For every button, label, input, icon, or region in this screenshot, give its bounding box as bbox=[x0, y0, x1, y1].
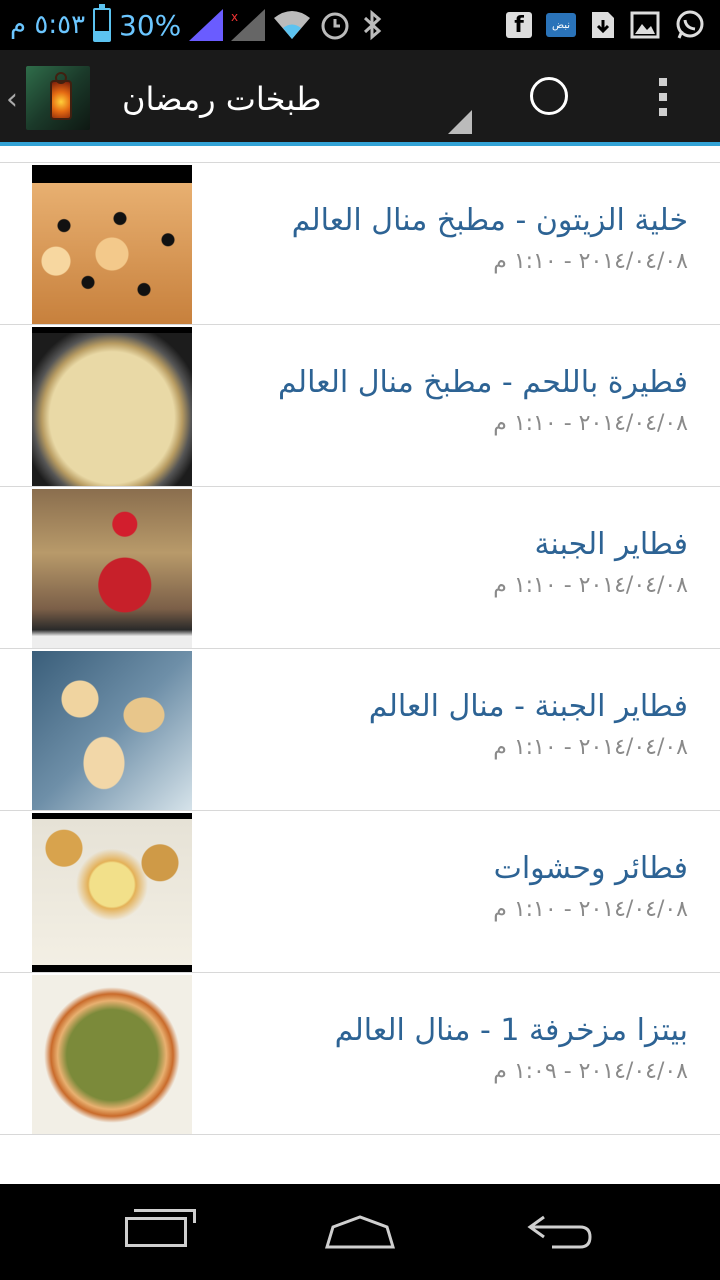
recipe-thumbnail bbox=[32, 327, 192, 487]
recipe-date: ٢٠١٤/٠٤/٠٨ - ١:١٠ م bbox=[493, 735, 688, 760]
page-title: طبخات رمضان bbox=[122, 80, 322, 118]
clock: ٥:٥٣ م bbox=[10, 10, 86, 40]
status-left-group: ٥:٥٣ م 30% x bbox=[10, 0, 385, 50]
image-icon bbox=[630, 11, 660, 39]
battery-percent: 30% bbox=[119, 8, 182, 42]
back-button[interactable] bbox=[500, 1184, 620, 1280]
app-logo-lantern-icon[interactable] bbox=[26, 66, 90, 130]
signal-noservice-icon: x bbox=[231, 9, 266, 41]
svg-text:x: x bbox=[231, 10, 238, 24]
recipe-thumbnail bbox=[32, 165, 192, 325]
recipe-date: ٢٠١٤/٠٤/٠٨ - ١:٠٩ م bbox=[493, 1059, 688, 1084]
recipe-title: بيتزا مزخرفة 1 - منال العالم bbox=[334, 1013, 688, 1048]
home-icon bbox=[325, 1215, 395, 1249]
status-bar: ٥:٥٣ م 30% x f نبض bbox=[0, 0, 720, 50]
whatsapp-icon bbox=[676, 10, 704, 39]
list-item[interactable]: فطائر وحشوات ٢٠١٤/٠٤/٠٨ - ١:١٠ م bbox=[0, 810, 720, 973]
recent-apps-button[interactable] bbox=[96, 1184, 216, 1280]
up-caret-icon[interactable]: ‹ bbox=[6, 82, 18, 117]
list-item[interactable]: بيتزا مزخرفة 1 - منال العالم ٢٠١٤/٠٤/٠٨ … bbox=[0, 972, 720, 1135]
recent-apps-icon bbox=[125, 1209, 196, 1247]
download-file-icon bbox=[592, 12, 614, 38]
nabd-app-icon: نبض bbox=[546, 13, 576, 37]
wifi-icon bbox=[274, 11, 311, 39]
recipe-thumbnail bbox=[32, 813, 192, 973]
spinner-dropdown-icon[interactable] bbox=[448, 110, 472, 134]
recipe-list: خلية الزيتون - مطبخ منال العالم ٢٠١٤/٠٤/… bbox=[0, 162, 720, 1135]
recipe-title: فطاير الجبنة - منال العالم bbox=[368, 689, 688, 724]
recipe-title: خلية الزيتون - مطبخ منال العالم bbox=[291, 203, 688, 238]
battery-icon bbox=[93, 4, 112, 42]
recipe-title: فطاير الجبنة bbox=[534, 527, 688, 562]
list-item[interactable]: فطاير الجبنة ٢٠١٤/٠٤/٠٨ - ١:١٠ م bbox=[0, 486, 720, 649]
list-item[interactable]: خلية الزيتون - مطبخ منال العالم ٢٠١٤/٠٤/… bbox=[0, 162, 720, 325]
recipe-date: ٢٠١٤/٠٤/٠٨ - ١:١٠ م bbox=[493, 573, 688, 598]
bluetooth-icon bbox=[364, 9, 382, 41]
list-item[interactable]: فطاير الجبنة - منال العالم ٢٠١٤/٠٤/٠٨ - … bbox=[0, 648, 720, 811]
recipe-thumbnail bbox=[32, 489, 192, 649]
back-icon bbox=[526, 1213, 594, 1251]
signal-icon bbox=[189, 9, 224, 41]
recipe-title: فطائر وحشوات bbox=[493, 851, 688, 886]
notification-icons: f نبض bbox=[506, 0, 706, 50]
home-button[interactable] bbox=[300, 1184, 420, 1280]
refresh-icon[interactable] bbox=[530, 77, 568, 115]
recipe-thumbnail bbox=[32, 975, 192, 1135]
action-bar-divider bbox=[0, 142, 720, 146]
recipe-date: ٢٠١٤/٠٤/٠٨ - ١:١٠ م bbox=[493, 249, 688, 274]
action-bar bbox=[0, 50, 720, 142]
facebook-icon: f bbox=[506, 12, 532, 38]
list-divider bbox=[0, 1134, 720, 1135]
navigation-bar bbox=[0, 1184, 720, 1280]
list-item[interactable]: فطيرة باللحم - مطبخ منال العالم ٢٠١٤/٠٤/… bbox=[0, 324, 720, 487]
recipe-thumbnail bbox=[32, 651, 192, 811]
overflow-menu-icon[interactable] bbox=[656, 78, 670, 120]
alarm-icon bbox=[321, 12, 349, 40]
recipe-date: ٢٠١٤/٠٤/٠٨ - ١:١٠ م bbox=[493, 411, 688, 436]
recipe-date: ٢٠١٤/٠٤/٠٨ - ١:١٠ م bbox=[493, 897, 688, 922]
recipe-title: فطيرة باللحم - مطبخ منال العالم bbox=[277, 365, 688, 400]
